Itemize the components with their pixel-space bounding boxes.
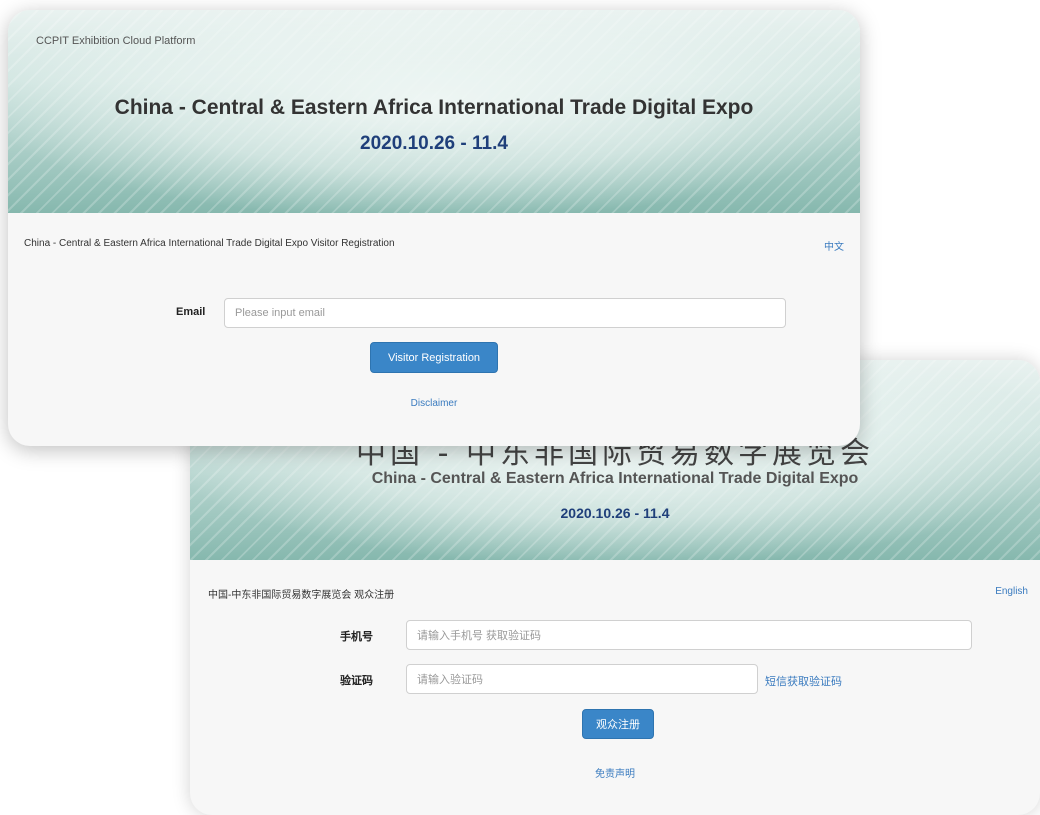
language-link-chinese[interactable]: 中文	[824, 238, 844, 253]
email-input[interactable]: Please input email	[224, 298, 786, 328]
phone-label: 手机号	[340, 631, 373, 643]
banner: CCPIT Exhibition Cloud Platform China - …	[8, 10, 860, 213]
form-title: China - Central & Eastern Africa Interna…	[24, 238, 395, 249]
banner-title-en: China - Central & Eastern Africa Interna…	[114, 96, 754, 119]
language-link-english[interactable]: English	[995, 586, 1028, 597]
banner-dates: 2020.10.26 - 11.4	[560, 505, 670, 521]
code-label: 验证码	[340, 675, 373, 687]
register-button[interactable]: 观众注册	[582, 709, 654, 739]
banner-dates: 2020.10.26 - 11.4	[360, 133, 508, 154]
verification-code-input[interactable]: 请输入验证码	[406, 664, 758, 694]
visitor-registration-button[interactable]: Visitor Registration	[370, 342, 498, 373]
registration-card-english: CCPIT Exhibition Cloud Platform China - …	[8, 10, 860, 446]
platform-name: CCPIT Exhibition Cloud Platform	[36, 35, 196, 47]
phone-input[interactable]: 请输入手机号 获取验证码	[406, 620, 972, 650]
email-label: Email	[176, 306, 206, 318]
get-code-link[interactable]: 短信获取验证码	[765, 673, 842, 689]
banner-title-en: China - Central & Eastern Africa Interna…	[371, 470, 859, 487]
disclaimer-link[interactable]: Disclaimer	[8, 398, 860, 409]
form-title: 中国-中东非国际贸易数字展览会 观众注册	[208, 590, 395, 601]
disclaimer-link[interactable]: 免责声明	[190, 765, 1040, 780]
